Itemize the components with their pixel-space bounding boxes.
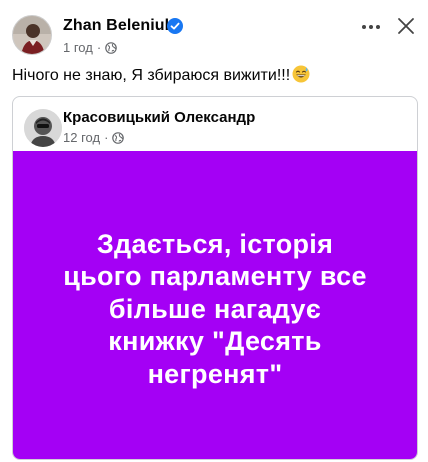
grinning-sweat-emoji-icon (292, 65, 310, 83)
close-icon[interactable] (394, 14, 418, 38)
globe-icon[interactable] (112, 131, 125, 144)
more-options-button[interactable] (357, 16, 385, 38)
shared-post-image-text: Здається, історія цього парламенту все б… (63, 229, 367, 389)
post-text: Нічого не знаю, Я збираюся вижити!!! (12, 65, 310, 85)
post-header: Zhan Beleniuk 1 год · (0, 0, 428, 62)
verified-badge-icon (167, 18, 183, 34)
globe-icon[interactable] (105, 41, 117, 54)
shared-post-meta: 12 год · (63, 130, 125, 145)
shared-author-avatar[interactable] (24, 109, 62, 147)
shared-post-image[interactable]: Здається, історія цього парламенту все б… (13, 151, 417, 459)
more-options-dot (376, 25, 380, 29)
shared-post-card[interactable]: Красовицький Олександр 12 год · Здається… (12, 96, 418, 460)
meta-separator: · (96, 40, 102, 55)
shared-post-header: Красовицький Олександр 12 год · (13, 97, 417, 152)
meta-separator: · (104, 130, 109, 145)
more-options-dot (369, 25, 373, 29)
author-avatar[interactable] (12, 15, 52, 55)
author-name[interactable]: Zhan Beleniuk (63, 17, 174, 35)
shared-post-time[interactable]: 12 год (63, 130, 100, 145)
more-options-icon (362, 25, 366, 29)
shared-author-name[interactable]: Красовицький Олександр (63, 109, 255, 126)
post-time[interactable]: 1 год (63, 40, 93, 55)
post-meta: 1 год · (63, 40, 117, 55)
post-message: Нічого не знаю, Я збираюся вижити!!! (12, 67, 291, 84)
